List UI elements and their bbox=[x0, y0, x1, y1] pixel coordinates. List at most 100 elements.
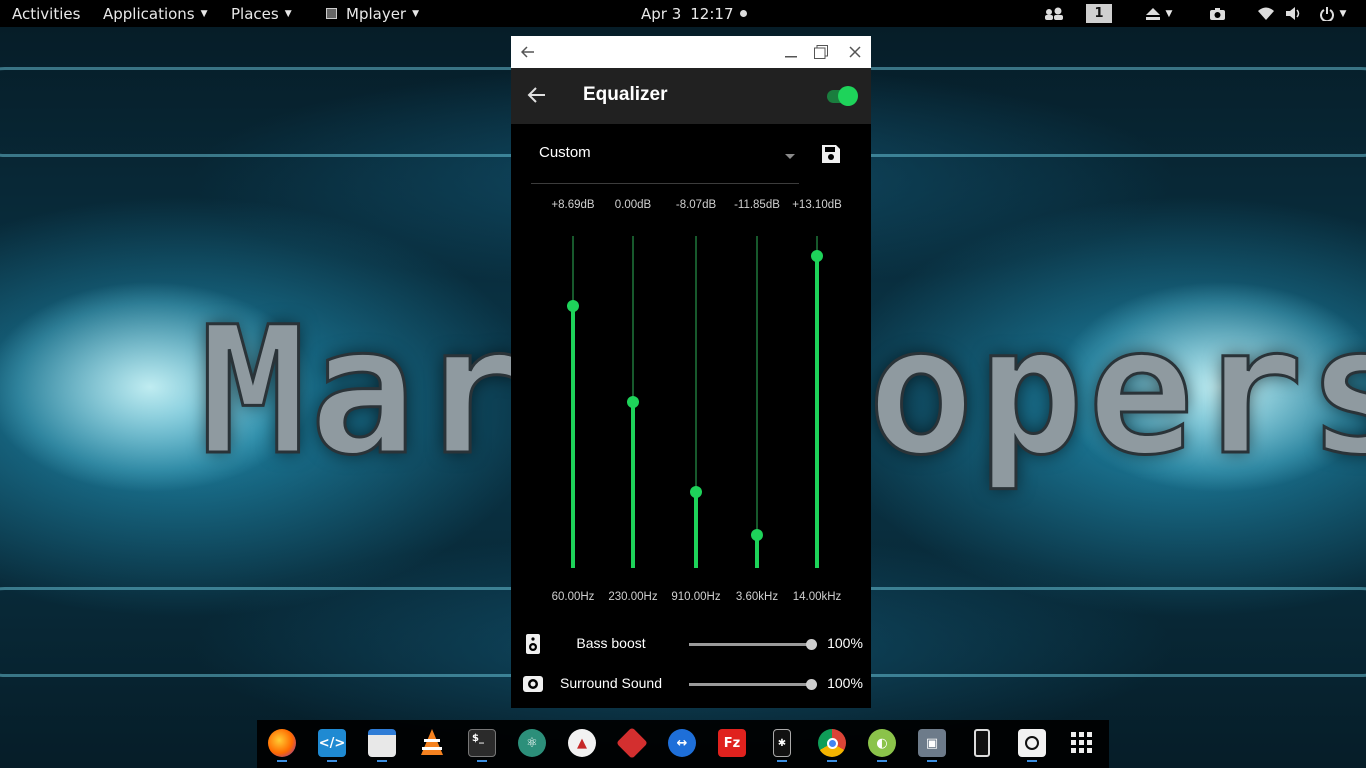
bass-boost-label: Bass boost bbox=[576, 635, 646, 651]
back-arrow-icon[interactable] bbox=[513, 36, 543, 68]
applications-menu[interactable]: Applications ▼ bbox=[103, 0, 208, 27]
vlc-icon[interactable] bbox=[417, 728, 447, 758]
bass-boost-row: Bass boost 100% bbox=[511, 629, 871, 659]
save-icon[interactable] bbox=[821, 144, 845, 168]
minimize-icon[interactable] bbox=[776, 36, 806, 68]
activities-button[interactable]: Activities bbox=[12, 0, 80, 27]
wifi-icon[interactable] bbox=[1257, 0, 1275, 27]
app-menu-label: Mplayer bbox=[346, 4, 407, 23]
phone-icon[interactable] bbox=[967, 728, 997, 758]
speaker-icon bbox=[523, 634, 543, 654]
applications-label: Applications bbox=[103, 4, 195, 23]
slider-fill bbox=[631, 402, 635, 568]
page-title: Equalizer bbox=[583, 84, 668, 105]
dropdown-arrow-icon bbox=[785, 154, 795, 159]
slider-fill bbox=[815, 256, 819, 568]
app-menu[interactable]: Mplayer ▼ bbox=[326, 0, 419, 27]
band-slider[interactable] bbox=[563, 236, 583, 568]
workspace-number: 1 bbox=[1086, 4, 1112, 23]
toggle-thumb bbox=[838, 86, 858, 106]
slider-thumb[interactable] bbox=[690, 486, 702, 498]
box-icon[interactable]: ▣ bbox=[917, 728, 947, 758]
firefox-icon[interactable] bbox=[267, 728, 297, 758]
running-indicator bbox=[377, 760, 387, 762]
clock-time: 12:17 bbox=[690, 4, 734, 23]
clock-date: Apr 3 bbox=[641, 4, 682, 23]
wallpaper-logo: opers bbox=[867, 288, 1366, 496]
screenshot-icon[interactable] bbox=[1209, 0, 1225, 27]
band-slider[interactable] bbox=[686, 236, 706, 568]
window-titlebar bbox=[511, 36, 871, 68]
places-menu[interactable]: Places ▼ bbox=[231, 0, 292, 27]
equalizer-toggle[interactable] bbox=[827, 86, 859, 106]
dock: </> $_ ⚛ ▲ ↔ Fz ✱ ◐ ▣ bbox=[257, 720, 1109, 768]
eject-icon[interactable]: ▼ bbox=[1141, 0, 1177, 27]
running-indicator bbox=[277, 760, 287, 762]
running-indicator bbox=[877, 760, 887, 762]
android-icon[interactable]: ◐ bbox=[867, 728, 897, 758]
slider-thumb[interactable] bbox=[567, 300, 579, 312]
chevron-down-icon: ▼ bbox=[1339, 8, 1347, 19]
chevron-down-icon: ▼ bbox=[1165, 8, 1173, 19]
notification-dot bbox=[739, 10, 747, 17]
band-gain-label: +13.10dB bbox=[792, 199, 842, 211]
top-bar: Activities Applications ▼ Places ▼ Mplay… bbox=[0, 0, 1366, 27]
activities-label: Activities bbox=[12, 4, 81, 23]
power-menu[interactable]: ▼ bbox=[1314, 0, 1352, 27]
chevron-down-icon: ▼ bbox=[284, 8, 292, 19]
surround-sound-label: Surround Sound bbox=[560, 675, 662, 691]
files-icon[interactable] bbox=[367, 728, 397, 758]
network-people-icon[interactable] bbox=[1043, 0, 1065, 27]
chevron-down-icon: ▼ bbox=[412, 8, 420, 19]
slider-thumb[interactable] bbox=[811, 250, 823, 262]
running-indicator bbox=[927, 760, 937, 762]
close-icon[interactable] bbox=[840, 36, 870, 68]
app-bar: Equalizer bbox=[511, 68, 871, 124]
surround-sound-row: Surround Sound 100% bbox=[511, 669, 871, 699]
surround-sound-value: 100% bbox=[827, 675, 863, 691]
running-indicator bbox=[1027, 760, 1037, 762]
slider-fill bbox=[571, 306, 575, 568]
preset-selected: Custom bbox=[539, 144, 591, 161]
slider-thumb[interactable] bbox=[806, 679, 817, 690]
maximize-icon[interactable] bbox=[806, 36, 836, 68]
back-arrow-icon[interactable] bbox=[527, 85, 549, 107]
app-grid-icon[interactable] bbox=[1067, 728, 1097, 758]
circle-app-icon[interactable] bbox=[1017, 728, 1047, 758]
terminal-icon[interactable]: $_ bbox=[467, 728, 497, 758]
places-label: Places bbox=[231, 4, 279, 23]
phone-app-icon[interactable]: ✱ bbox=[767, 728, 797, 758]
teamviewer-icon[interactable]: ↔ bbox=[667, 728, 697, 758]
surround-icon bbox=[523, 674, 543, 694]
chevron-down-icon: ▼ bbox=[200, 8, 208, 19]
slider-thumb[interactable] bbox=[751, 529, 763, 541]
app-icon[interactable]: ▲ bbox=[567, 728, 597, 758]
running-indicator bbox=[777, 760, 787, 762]
equalizer-window: Equalizer Custom +8.69dB 0.00dB -8.07dB … bbox=[511, 36, 871, 708]
band-frequency-label: 14.00kHz bbox=[792, 591, 842, 603]
workspace-indicator[interactable]: 1 bbox=[1086, 0, 1112, 27]
slider-fill bbox=[694, 492, 698, 568]
chrome-icon[interactable] bbox=[817, 728, 847, 758]
clock[interactable]: Apr 3 12:17 bbox=[641, 0, 747, 27]
filezilla-icon[interactable]: Fz bbox=[717, 728, 747, 758]
bass-boost-value: 100% bbox=[827, 635, 863, 651]
band-slider[interactable] bbox=[747, 236, 767, 568]
bass-boost-slider[interactable] bbox=[689, 639, 817, 650]
power-icon bbox=[1319, 6, 1334, 21]
preset-dropdown[interactable]: Custom bbox=[531, 136, 799, 184]
atom-icon[interactable]: ⚛ bbox=[517, 728, 547, 758]
app-menu-icon bbox=[326, 8, 337, 19]
vscode-icon[interactable]: </> bbox=[317, 728, 347, 758]
band-slider[interactable] bbox=[623, 236, 643, 568]
slider-thumb[interactable] bbox=[806, 639, 817, 650]
running-indicator bbox=[327, 760, 337, 762]
running-indicator bbox=[827, 760, 837, 762]
app-red-icon[interactable] bbox=[616, 727, 648, 759]
running-indicator bbox=[477, 760, 487, 762]
band-slider[interactable] bbox=[807, 236, 827, 568]
volume-icon[interactable] bbox=[1285, 0, 1303, 27]
slider-thumb[interactable] bbox=[627, 396, 639, 408]
slider-track bbox=[756, 236, 758, 568]
surround-sound-slider[interactable] bbox=[689, 679, 817, 690]
